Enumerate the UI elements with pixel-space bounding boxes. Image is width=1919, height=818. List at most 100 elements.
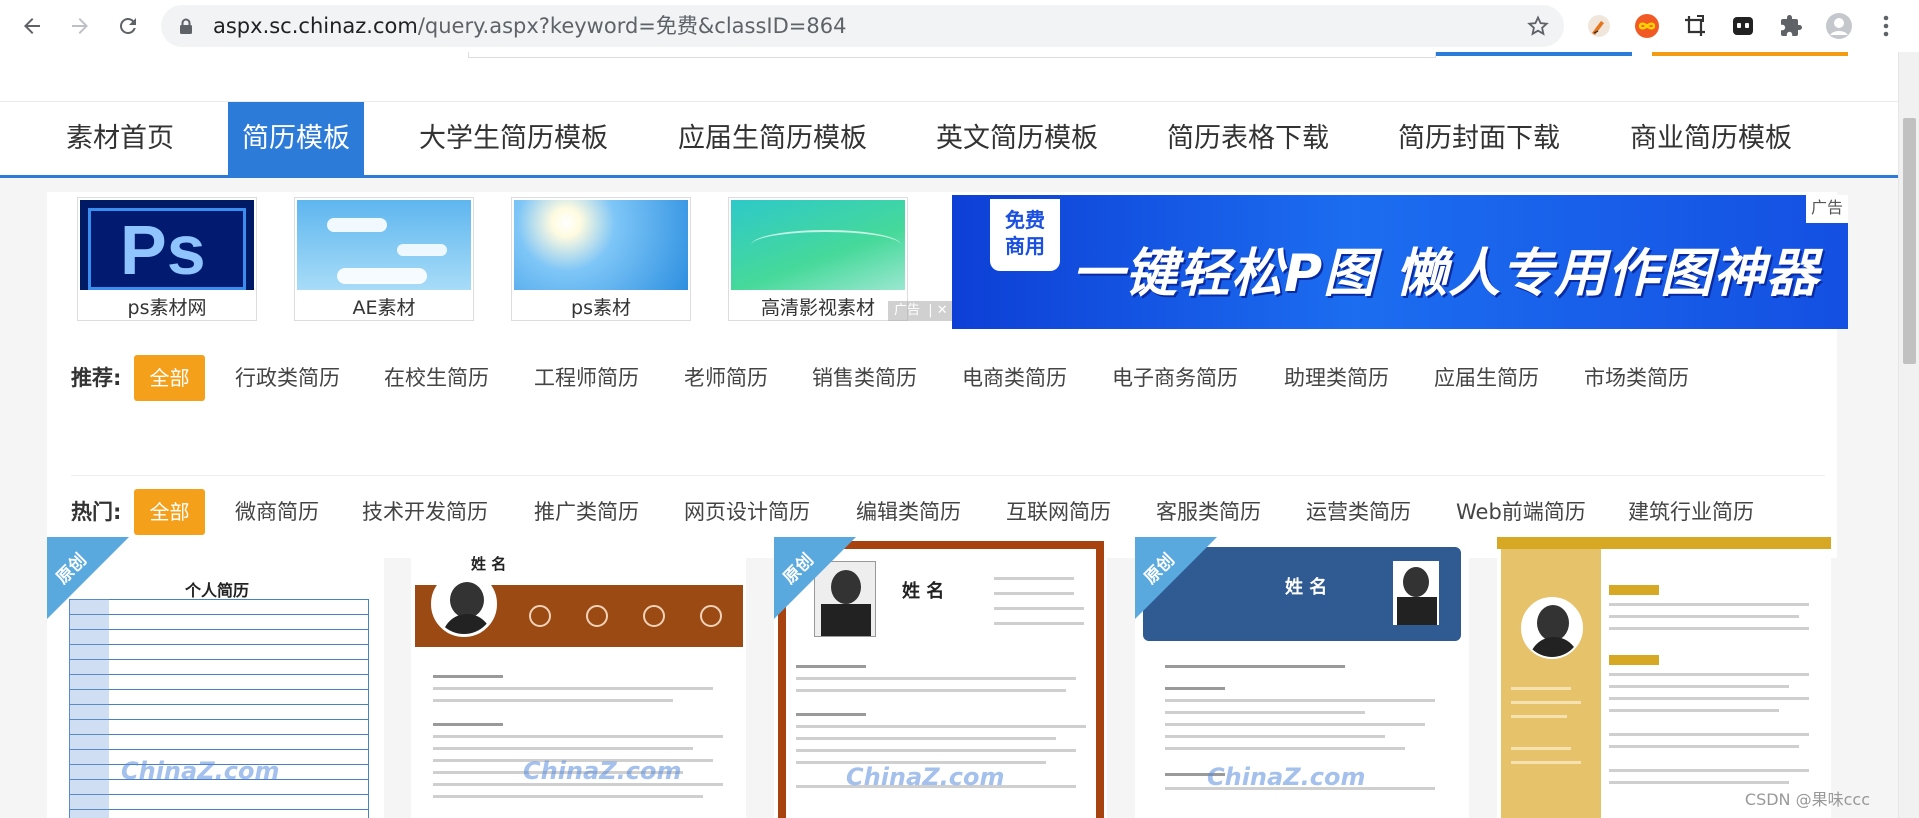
recommend-option[interactable]: 助理类简历 [1284, 355, 1389, 401]
nav-item-home[interactable]: 素材首页 [52, 102, 188, 175]
scrollbar-thumb[interactable] [1903, 118, 1916, 364]
recommend-all-button[interactable]: 全部 [134, 355, 205, 401]
recommend-option[interactable]: 市场类简历 [1584, 355, 1689, 401]
recommend-option[interactable]: 电子商务简历 [1112, 355, 1238, 401]
browser-menu-icon[interactable] [1870, 10, 1902, 42]
hot-option[interactable]: Web前端简历 [1456, 489, 1586, 535]
profile-avatar-icon[interactable] [1823, 10, 1855, 42]
resume-text-line [433, 687, 713, 690]
resume-text-line [796, 737, 1056, 740]
nav-item-resume-templates[interactable]: 简历模板 [228, 102, 364, 175]
site-search-button[interactable] [1436, 52, 1632, 56]
bookmark-star-icon[interactable] [1526, 14, 1550, 42]
reload-icon[interactable] [112, 10, 144, 42]
nav-item-resume-covers[interactable]: 简历封面下载 [1384, 102, 1574, 175]
resume-photo [431, 571, 497, 637]
hot-option[interactable]: 网页设计简历 [684, 489, 810, 535]
resume-text-line [1165, 747, 1405, 750]
extension-pen-icon[interactable] [1583, 10, 1615, 42]
resume-text-line [1609, 615, 1799, 618]
nav-item-english-resume[interactable]: 英文简历模板 [922, 102, 1112, 175]
chinaz-watermark: ChinaZ.com [1207, 763, 1366, 791]
resume-text-line [796, 689, 1066, 692]
nav-item-graduate-resume[interactable]: 应届生简历模板 [664, 102, 881, 175]
hot-option[interactable]: 编辑类简历 [856, 489, 961, 535]
nav-item-resume-forms[interactable]: 简历表格下载 [1153, 102, 1343, 175]
site-header-strip [0, 52, 1898, 102]
extensions-puzzle-icon[interactable] [1775, 10, 1807, 42]
filter-divider [71, 475, 1825, 476]
recommend-option[interactable]: 老师简历 [684, 355, 768, 401]
recommend-option[interactable]: 应届生简历 [1434, 355, 1539, 401]
resume-text-line [796, 665, 866, 668]
site-search-input[interactable] [468, 52, 1436, 58]
resume-text-line [1609, 745, 1799, 748]
lock-icon [179, 18, 193, 39]
hot-option[interactable]: 建筑行业简历 [1628, 489, 1754, 535]
resume-text-line [796, 749, 1076, 752]
resume-text-line [796, 713, 866, 716]
resume-card[interactable]: 姓 名 原创 ChinaZ.com [1135, 537, 1469, 818]
location-circle-icon [700, 605, 722, 627]
resume-text-line [433, 735, 723, 738]
nav-item-business-resume[interactable]: 商业简历模板 [1616, 102, 1806, 175]
resume-top-bar [1497, 537, 1831, 549]
resume-photo [1521, 597, 1583, 659]
resume-text-line [1609, 769, 1809, 772]
hot-label: 热门: [71, 500, 122, 524]
banner-slogan: 一键轻松P图 懒人专用作图神器 [1072, 244, 1820, 304]
resume-card[interactable]: 个人简历 原创 ChinaZ.com [47, 537, 384, 818]
recommend-option[interactable]: 在校生简历 [384, 355, 489, 401]
hot-all-button[interactable]: 全部 [134, 489, 205, 535]
ad-banner[interactable]: 免费 商用 一键轻松P图 懒人专用作图神器 广告 [952, 195, 1848, 329]
site-upload-button[interactable] [1652, 52, 1848, 56]
page-viewport: 素材首页 简历模板 大学生简历模板 应届生简历模板 英文简历模板 简历表格下载 … [0, 52, 1898, 818]
recommend-option[interactable]: 行政类简历 [235, 355, 340, 401]
resume-text-line [1609, 733, 1809, 736]
hot-option[interactable]: 技术开发简历 [362, 489, 488, 535]
resume-text-line [994, 622, 1084, 625]
browser-toolbar: aspx.sc.chinaz.com/query.aspx?keyword=免费… [0, 0, 1919, 52]
hot-option[interactable]: 客服类简历 [1156, 489, 1261, 535]
category-nav: 素材首页 简历模板 大学生简历模板 应届生简历模板 英文简历模板 简历表格下载 … [0, 102, 1898, 178]
hot-option[interactable]: 互联网简历 [1006, 489, 1111, 535]
phone-circle-icon [586, 605, 608, 627]
resume-text-line [1609, 697, 1809, 700]
quicklink-label: ps素材网 [127, 297, 207, 319]
nav-item-college-resume[interactable]: 大学生简历模板 [405, 102, 622, 175]
recommend-option[interactable]: 电商类简历 [962, 355, 1067, 401]
resume-photo [1393, 561, 1439, 625]
sun-sky-image [514, 200, 688, 290]
resume-text-line [994, 592, 1074, 595]
resume-card[interactable] [1497, 537, 1831, 818]
recommend-option[interactable]: 工程师简历 [534, 355, 639, 401]
hot-option[interactable]: 运营类简历 [1306, 489, 1411, 535]
resume-text-line [1609, 781, 1789, 784]
resume-text-line [433, 747, 693, 750]
back-icon[interactable] [16, 10, 48, 42]
address-bar[interactable]: aspx.sc.chinaz.com/query.aspx?keyword=免费… [161, 5, 1564, 47]
recommend-option[interactable]: 销售类简历 [812, 355, 917, 401]
hot-option[interactable]: 推广类简历 [534, 489, 639, 535]
screenshot-crop-icon[interactable] [1679, 10, 1711, 42]
resume-text-line [994, 577, 1074, 580]
extension-infinity-icon[interactable] [1631, 10, 1663, 42]
mail-circle-icon [643, 605, 665, 627]
resume-text-line [1609, 627, 1809, 630]
quicklink-hd-video-material[interactable]: 高清影视素材 [728, 197, 908, 321]
resume-text-line [433, 699, 673, 702]
resume-text-line [1165, 665, 1345, 668]
resume-card[interactable]: 姓 名 ChinaZ.com [411, 537, 746, 818]
quicklink-ae-material[interactable]: AE素材 [294, 197, 474, 321]
resume-card[interactable]: 姓 名 原创 ChinaZ.com [774, 537, 1107, 818]
resume-text-line [433, 723, 503, 726]
forward-icon[interactable] [64, 10, 96, 42]
resume-text-line [1609, 685, 1789, 688]
hot-option[interactable]: 微商简历 [235, 489, 319, 535]
extension-face-icon[interactable] [1727, 10, 1759, 42]
resume-text-line [433, 675, 503, 678]
quicklink-ps-material-site[interactable]: Ps ps素材网 [77, 197, 257, 321]
quicklink-ps-material[interactable]: ps素材 [511, 197, 691, 321]
resume-text-line [1511, 761, 1581, 764]
page-scrollbar[interactable] [1898, 52, 1919, 818]
